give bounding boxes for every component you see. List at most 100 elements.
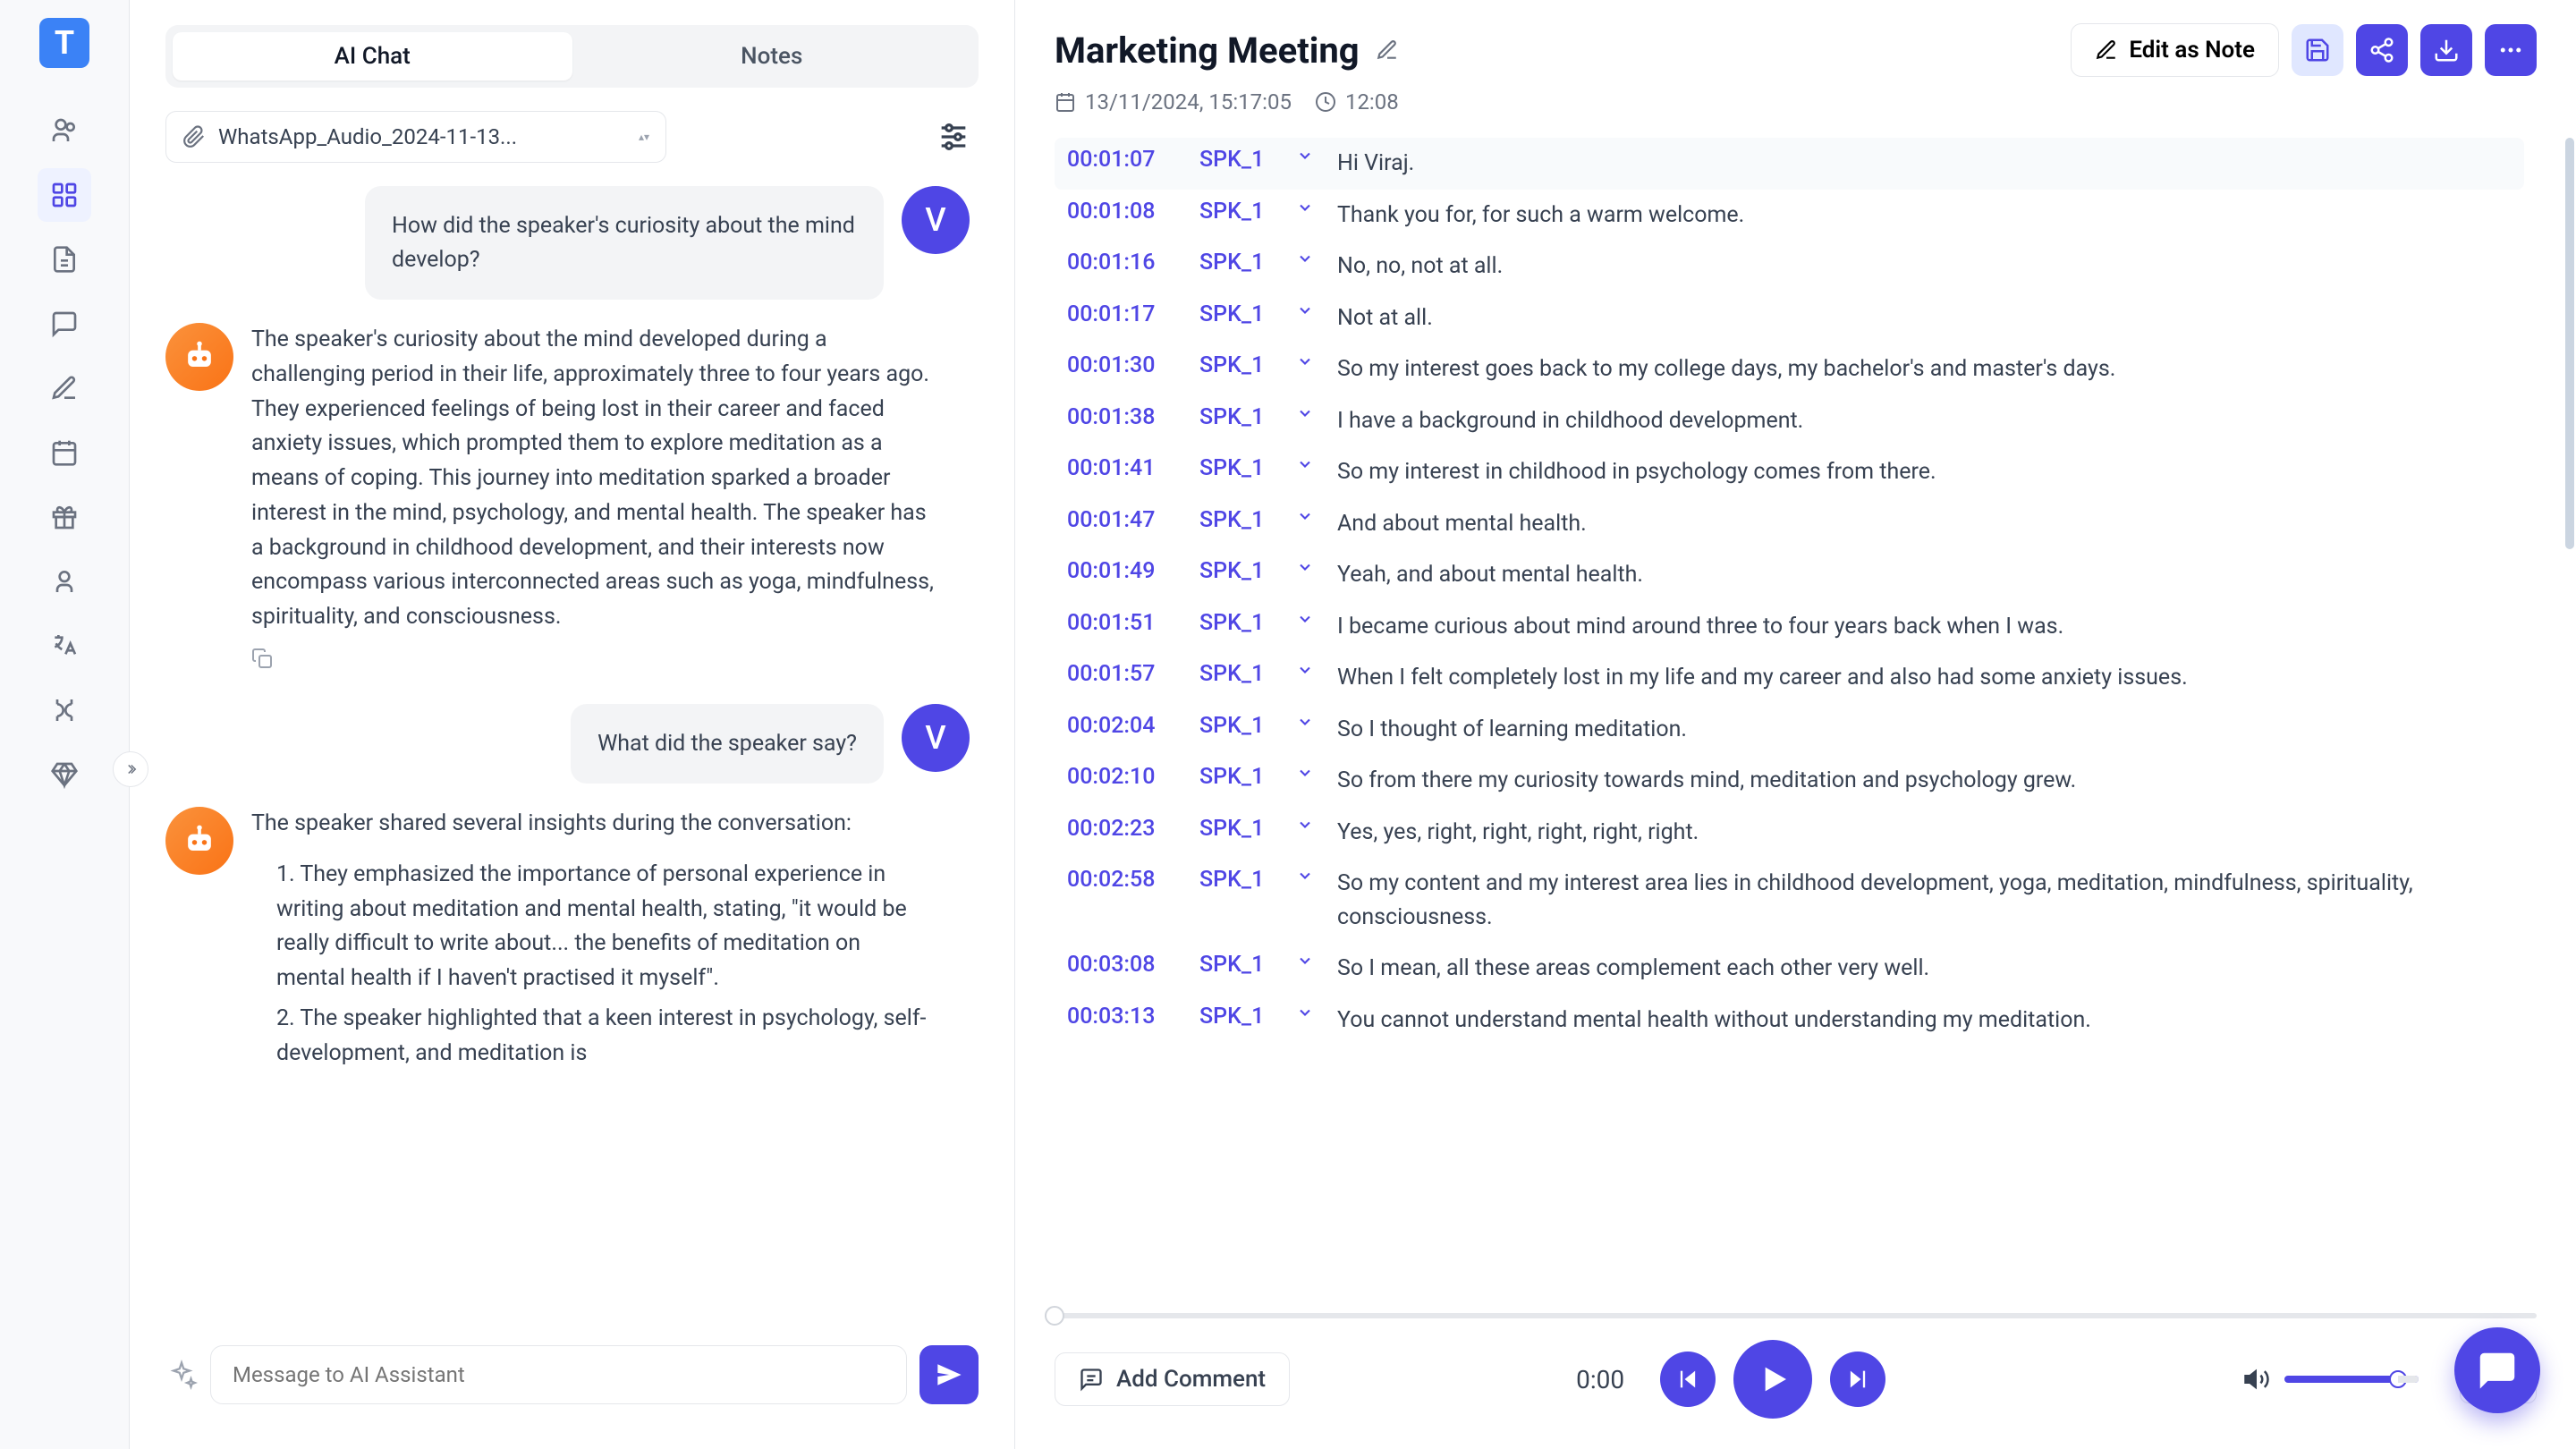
transcript-timestamp[interactable]: 00:01:30	[1067, 352, 1183, 378]
chat-scroll-area[interactable]: How did the speaker's curiosity about th…	[165, 186, 979, 1336]
progress-bar[interactable]	[1055, 1313, 2537, 1318]
chevron-down-icon[interactable]	[1296, 507, 1321, 525]
nav-integrations-icon[interactable]	[38, 683, 91, 737]
transcript-timestamp[interactable]: 00:01:51	[1067, 610, 1183, 636]
chevron-down-icon[interactable]	[1296, 455, 1321, 473]
transcript-row[interactable]: 00:01:30SPK_1So my interest goes back to…	[1055, 343, 2524, 395]
transcript-row[interactable]: 00:02:10SPK_1So from there my curiosity …	[1055, 755, 2524, 807]
transcript-timestamp[interactable]: 00:01:49	[1067, 558, 1183, 584]
download-button[interactable]	[2420, 24, 2472, 76]
more-actions-button[interactable]	[2485, 24, 2537, 76]
chevron-down-icon[interactable]	[1296, 301, 1321, 319]
nav-gift-icon[interactable]	[38, 490, 91, 544]
file-selector[interactable]: WhatsApp_Audio_2024-11-13... ▴▾	[165, 111, 666, 163]
help-chat-fab[interactable]	[2454, 1327, 2540, 1413]
transcript-timestamp[interactable]: 00:02:04	[1067, 713, 1183, 739]
transcript-speaker[interactable]: SPK_1	[1199, 455, 1280, 481]
add-comment-button[interactable]: Add Comment	[1055, 1352, 1290, 1406]
nav-edit-note-icon[interactable]	[38, 361, 91, 415]
chevron-down-icon[interactable]	[1296, 1004, 1321, 1021]
send-button[interactable]	[919, 1345, 979, 1404]
transcript-list[interactable]: 00:01:07SPK_1Hi Viraj.00:01:08SPK_1Thank…	[1015, 125, 2563, 1301]
chevron-down-icon[interactable]	[1296, 661, 1321, 679]
skip-back-button[interactable]	[1660, 1352, 1716, 1407]
transcript-timestamp[interactable]: 00:01:41	[1067, 455, 1183, 481]
volume-thumb[interactable]	[2389, 1370, 2407, 1388]
copy-message-button[interactable]	[251, 648, 273, 669]
transcript-row[interactable]: 00:02:04SPK_1So I thought of learning me…	[1055, 704, 2524, 756]
transcript-timestamp[interactable]: 00:03:13	[1067, 1004, 1183, 1030]
transcript-row[interactable]: 00:01:57SPK_1When I felt completely lost…	[1055, 652, 2524, 704]
nav-profile-icon[interactable]	[38, 555, 91, 608]
transcript-speaker[interactable]: SPK_1	[1199, 352, 1280, 378]
transcript-timestamp[interactable]: 00:01:47	[1067, 507, 1183, 533]
transcript-row[interactable]: 00:01:08SPK_1Thank you for, for such a w…	[1055, 190, 2524, 242]
transcript-timestamp[interactable]: 00:01:16	[1067, 250, 1183, 275]
edit-title-icon[interactable]	[1376, 38, 1399, 62]
transcript-speaker[interactable]: SPK_1	[1199, 867, 1280, 893]
transcript-timestamp[interactable]: 00:01:17	[1067, 301, 1183, 327]
edit-as-note-button[interactable]: Edit as Note	[2071, 23, 2279, 77]
transcript-speaker[interactable]: SPK_1	[1199, 558, 1280, 584]
skip-forward-button[interactable]	[1830, 1352, 1885, 1407]
transcript-timestamp[interactable]: 00:01:38	[1067, 404, 1183, 430]
transcript-scrollbar[interactable]	[2563, 125, 2576, 1301]
transcript-speaker[interactable]: SPK_1	[1199, 816, 1280, 842]
transcript-timestamp[interactable]: 00:03:08	[1067, 952, 1183, 978]
transcript-row[interactable]: 00:01:47SPK_1And about mental health.	[1055, 498, 2524, 550]
nav-team-icon[interactable]	[38, 104, 91, 157]
play-button[interactable]	[1733, 1340, 1812, 1419]
transcript-row[interactable]: 00:01:16SPK_1No, no, not at all.	[1055, 241, 2524, 292]
transcript-row[interactable]: 00:03:13SPK_1You cannot understand menta…	[1055, 995, 2524, 1046]
chevron-down-icon[interactable]	[1296, 952, 1321, 970]
transcript-speaker[interactable]: SPK_1	[1199, 952, 1280, 978]
share-button[interactable]	[2356, 24, 2408, 76]
chevron-down-icon[interactable]	[1296, 816, 1321, 834]
chevron-down-icon[interactable]	[1296, 250, 1321, 267]
transcript-timestamp[interactable]: 00:02:23	[1067, 816, 1183, 842]
transcript-speaker[interactable]: SPK_1	[1199, 661, 1280, 687]
transcript-row[interactable]: 00:01:41SPK_1So my interest in childhood…	[1055, 446, 2524, 498]
transcript-speaker[interactable]: SPK_1	[1199, 404, 1280, 430]
transcript-speaker[interactable]: SPK_1	[1199, 250, 1280, 275]
chevron-down-icon[interactable]	[1296, 147, 1321, 165]
transcript-speaker[interactable]: SPK_1	[1199, 764, 1280, 790]
chevron-down-icon[interactable]	[1296, 867, 1321, 885]
transcript-speaker[interactable]: SPK_1	[1199, 199, 1280, 225]
app-logo[interactable]: T	[39, 18, 89, 68]
tab-notes[interactable]: Notes	[572, 32, 972, 80]
transcript-row[interactable]: 00:01:49SPK_1Yeah, and about mental heal…	[1055, 549, 2524, 601]
nav-premium-icon[interactable]	[38, 748, 91, 801]
transcript-timestamp[interactable]: 00:02:10	[1067, 764, 1183, 790]
transcript-timestamp[interactable]: 00:02:58	[1067, 867, 1183, 893]
chevron-down-icon[interactable]	[1296, 404, 1321, 422]
transcript-row[interactable]: 00:03:08SPK_1So I mean, all these areas …	[1055, 943, 2524, 995]
transcript-row[interactable]: 00:02:58SPK_1So my content and my intere…	[1055, 858, 2524, 943]
transcript-row[interactable]: 00:02:23SPK_1Yes, yes, right, right, rig…	[1055, 807, 2524, 859]
save-button[interactable]	[2292, 24, 2343, 76]
transcript-row[interactable]: 00:01:17SPK_1Not at all.	[1055, 292, 2524, 344]
nav-chat-icon[interactable]	[38, 297, 91, 351]
transcript-speaker[interactable]: SPK_1	[1199, 1004, 1280, 1030]
transcript-row[interactable]: 00:01:07SPK_1Hi Viraj.	[1055, 138, 2524, 190]
transcript-timestamp[interactable]: 00:01:08	[1067, 199, 1183, 225]
nav-translate-icon[interactable]	[38, 619, 91, 673]
transcript-timestamp[interactable]: 00:01:07	[1067, 147, 1183, 173]
filter-settings-button[interactable]	[928, 112, 979, 162]
chat-input[interactable]	[210, 1345, 907, 1404]
transcript-speaker[interactable]: SPK_1	[1199, 507, 1280, 533]
volume-icon[interactable]	[2243, 1366, 2270, 1393]
transcript-row[interactable]: 00:01:51SPK_1I became curious about mind…	[1055, 601, 2524, 653]
chevron-down-icon[interactable]	[1296, 764, 1321, 782]
nav-calendar-icon[interactable]	[38, 426, 91, 479]
nav-dashboard-icon[interactable]	[38, 168, 91, 222]
sidebar-collapse-toggle[interactable]	[113, 751, 148, 787]
chevron-down-icon[interactable]	[1296, 352, 1321, 370]
transcript-row[interactable]: 00:01:38SPK_1I have a background in chil…	[1055, 395, 2524, 447]
progress-thumb[interactable]	[1045, 1306, 1064, 1326]
transcript-speaker[interactable]: SPK_1	[1199, 610, 1280, 636]
tab-ai-chat[interactable]: AI Chat	[173, 32, 572, 80]
chevron-down-icon[interactable]	[1296, 558, 1321, 576]
transcript-speaker[interactable]: SPK_1	[1199, 301, 1280, 327]
transcript-speaker[interactable]: SPK_1	[1199, 147, 1280, 173]
